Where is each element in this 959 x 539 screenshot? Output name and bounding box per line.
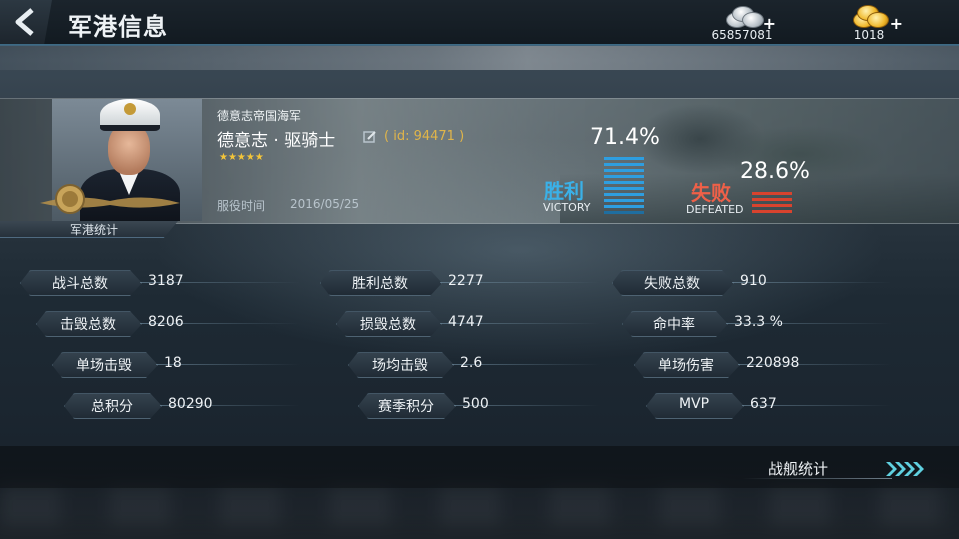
stat-value: 80290 [168,396,213,412]
edit-icon[interactable] [363,130,377,144]
stat-item: 击毁总数 8206 [36,311,326,335]
defeat-sublabel: DEFEATED [686,203,744,216]
stat-label: 命中率 [653,317,695,333]
stat-value: 637 [750,396,777,412]
harbor-stats-tab-label: 军港统计 [70,223,119,237]
light-strip [0,46,959,70]
stat-label: 损毁总数 [360,317,416,333]
stat-label: 场均击毁 [372,358,428,374]
stat-value: 910 [740,273,767,289]
profile-panel: 德意志帝国海军 德意志 · 驱骑士 ( id: 94471 ) ★★★★★ 服役… [0,98,959,224]
stat-value: 2277 [448,273,484,289]
gold-coins-icon: + [847,2,903,33]
defeat-bar [752,198,792,201]
victory-bar [604,205,644,208]
stat-label: 总积分 [91,399,133,415]
ship-stats-button[interactable]: 战舰统计 [768,458,828,479]
victory-percentage: 71.4% [590,125,660,150]
stat-item: 战斗总数 3187 [20,270,310,294]
victory-bar [604,187,644,190]
stat-label: 赛季积分 [378,399,434,415]
victory-label: 胜利 [544,179,584,203]
stat-item: 单场伤害 220898 [634,352,924,376]
stat-item: MVP 637 [646,393,936,417]
defeat-bar [752,204,792,207]
harbor-stats-tab[interactable]: 军港统计 [0,221,178,238]
stat-label: 失败总数 [644,276,700,292]
stat-label: 击毁总数 [60,317,116,333]
stat-item: 总积分 80290 [64,393,354,417]
stat-value: 220898 [746,355,800,371]
defeat-bar [752,192,792,195]
laurel-emblem-icon [40,184,180,214]
silver-currency[interactable]: + 65857081 [710,2,776,42]
stat-label: MVP [678,396,710,412]
victory-bars [604,157,644,217]
stat-item: 命中率 33.3 % [622,311,912,335]
victory-bar [604,199,644,202]
victory-bar [604,175,644,178]
stat-item: 失败总数 910 [612,270,902,294]
stat-item: 胜利总数 2277 [320,270,610,294]
stat-item: 单场击毁 18 [52,352,342,376]
defeat-label: 失败 [691,181,731,205]
player-name: 德意志 · 驱骑士 [217,131,336,151]
top-bar: 军港信息 + 65857081 + 1018 [0,0,959,46]
stat-label: 战斗总数 [52,276,108,292]
forward-chevrons-icon[interactable] [884,460,924,478]
stat-value: 33.3 % [734,314,783,330]
stat-label: 胜利总数 [352,276,408,292]
gold-amount: 1018 [853,28,885,42]
back-button[interactable] [0,0,52,44]
stat-item: 场均击毁 2.6 [348,352,638,376]
victory-bar [604,157,644,160]
stat-label: 单场伤害 [658,358,714,374]
victory-bar [604,163,644,166]
stat-value: 18 [164,355,182,371]
defeat-percentage: 28.6% [740,159,810,184]
stat-value: 4747 [448,314,484,330]
player-id: ( id: 94471 ) [384,129,465,144]
ship-stats-underline [742,478,892,479]
faction-name: 德意志帝国海军 [217,109,302,123]
service-time-label: 服役时间 [217,199,266,213]
silver-add-icon[interactable]: + [763,14,776,33]
victory-bar [604,193,644,196]
service-time-value: 2016/05/25 [290,197,360,211]
defeat-bar [752,210,792,213]
stat-value: 2.6 [460,355,483,371]
victory-bar [604,181,644,184]
defeat-bars [752,192,792,216]
page-title: 军港信息 [68,13,168,41]
victory-sublabel: VICTORY [543,201,591,214]
gold-currency[interactable]: + 1018 [842,2,903,42]
stat-value: 3187 [148,273,184,289]
silver-coins-icon: + [720,2,776,33]
stat-value: 8206 [148,314,184,330]
stat-value: 500 [462,396,489,412]
stat-label: 单场击毁 [76,358,132,374]
stat-item: 赛季积分 500 [358,393,648,417]
rank-stars: ★★★★★ [219,152,264,163]
victory-bar [604,211,644,214]
victory-bar [604,169,644,172]
stat-item: 损毁总数 4747 [336,311,626,335]
back-arrow-icon [15,8,34,36]
gold-add-icon[interactable]: + [890,14,903,33]
